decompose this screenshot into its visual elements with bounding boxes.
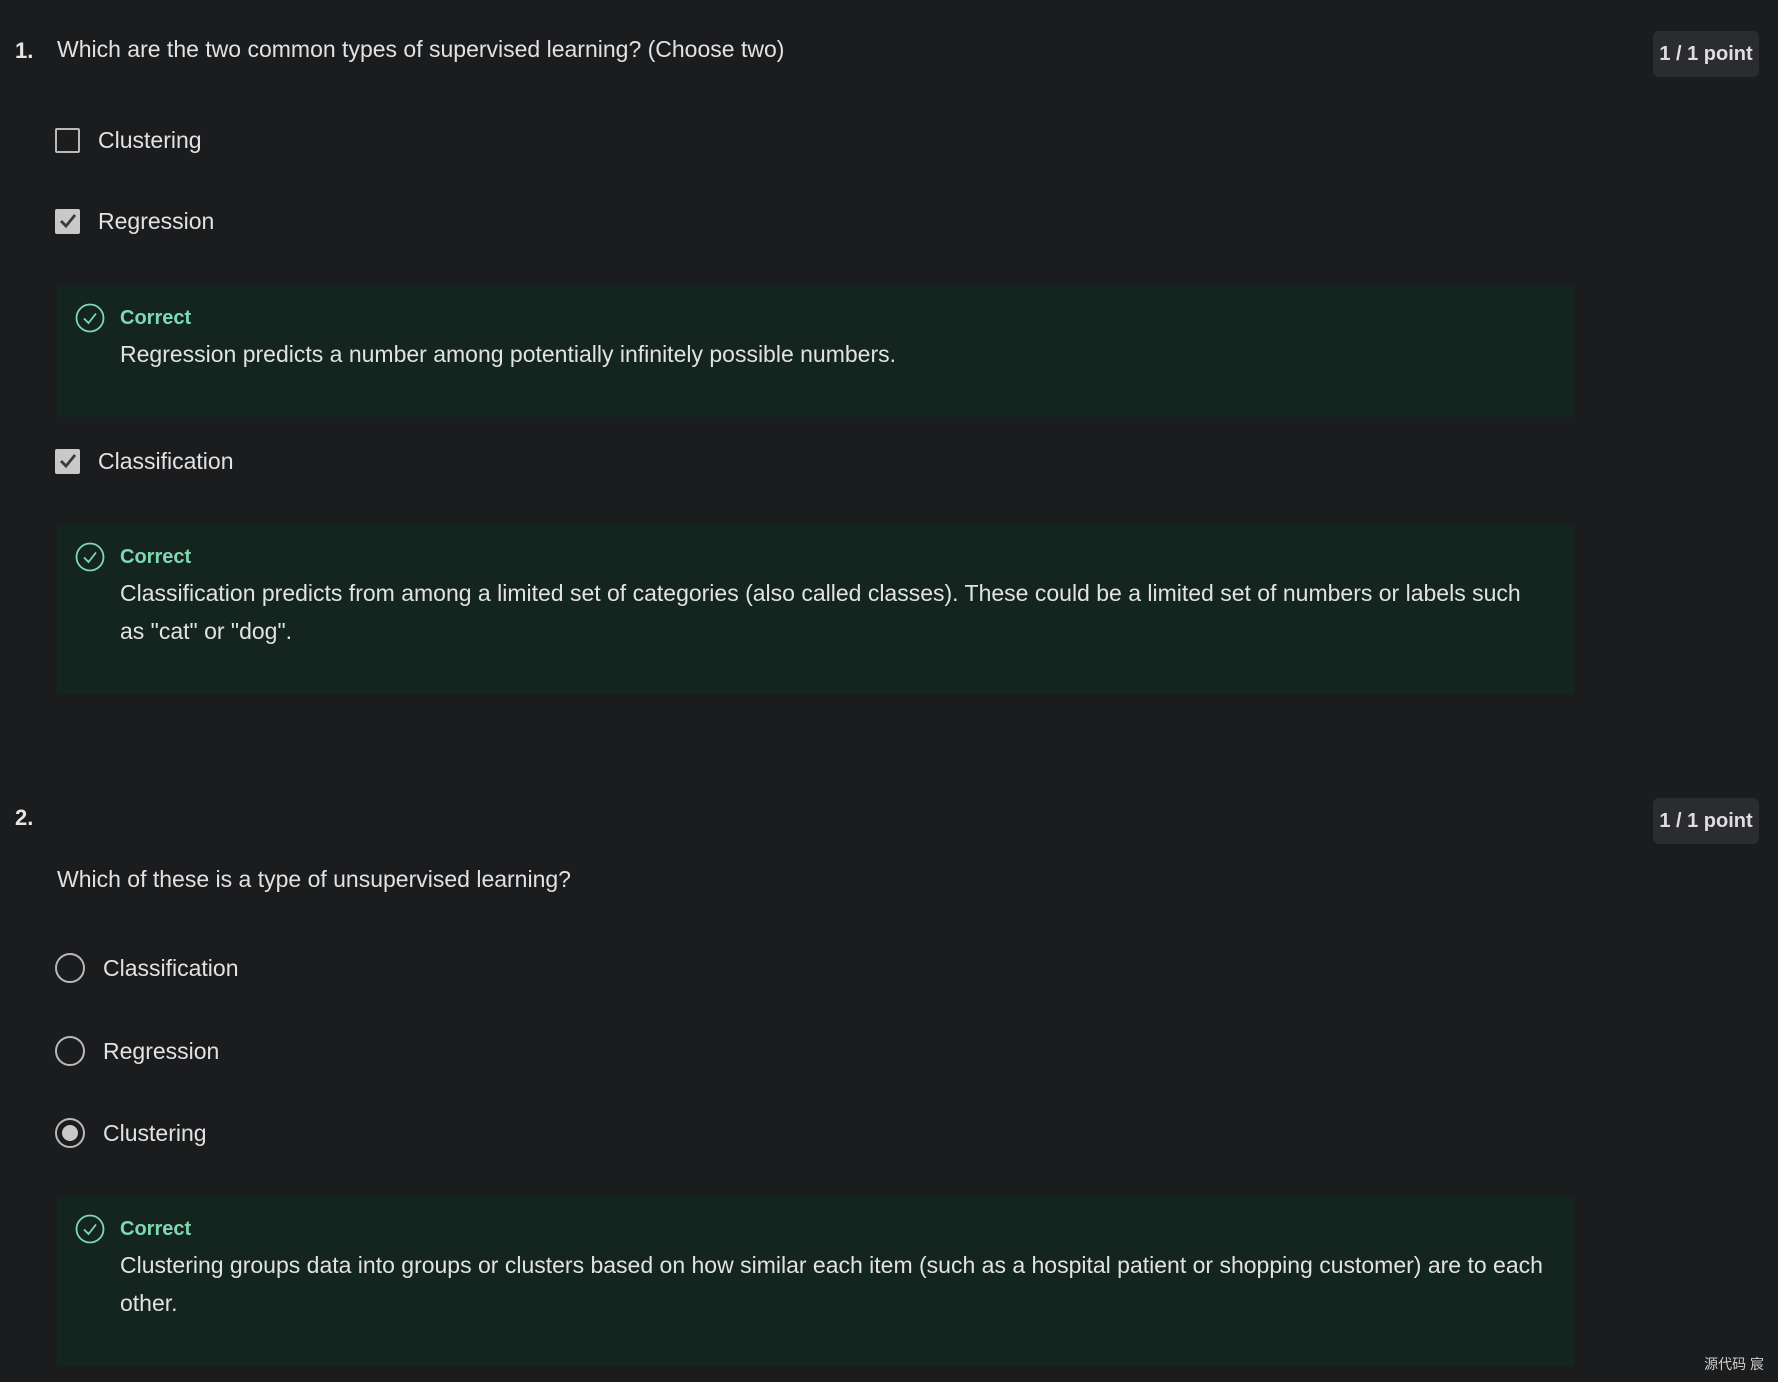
option-label: Regression bbox=[98, 207, 215, 234]
question-text: Which are the two common types of superv… bbox=[57, 36, 785, 62]
option-label: Regression bbox=[103, 1037, 220, 1064]
option-classification[interactable]: Classification bbox=[55, 952, 239, 984]
option-label: Clustering bbox=[103, 1119, 207, 1146]
radio-selected-icon[interactable] bbox=[55, 1118, 85, 1148]
checkbox-unchecked-icon[interactable] bbox=[55, 127, 80, 153]
option-clustering[interactable]: Clustering bbox=[55, 1117, 207, 1149]
feedback-text: Classification predicts from among a lim… bbox=[120, 580, 1521, 644]
check-circle-icon bbox=[75, 303, 105, 333]
option-clustering[interactable]: Clustering bbox=[55, 124, 202, 156]
checkbox-checked-icon[interactable] bbox=[55, 208, 80, 234]
check-circle-icon bbox=[75, 542, 105, 572]
option-label: Classification bbox=[103, 954, 239, 981]
option-regression[interactable]: Regression bbox=[55, 205, 214, 237]
radio-unselected-icon[interactable] bbox=[55, 1036, 85, 1066]
option-label: Classification bbox=[98, 447, 234, 474]
points-badge: 1 / 1 point bbox=[1653, 798, 1759, 844]
points-badge: 1 / 1 point bbox=[1653, 31, 1759, 77]
option-regression[interactable]: Regression bbox=[55, 1035, 219, 1067]
feedback-title: Correct bbox=[120, 1218, 192, 1240]
option-classification[interactable]: Classification bbox=[55, 445, 234, 477]
feedback-text: Clustering groups data into groups or cl… bbox=[120, 1252, 1543, 1316]
question-text: Which of these is a type of unsupervised… bbox=[57, 866, 571, 892]
check-circle-icon bbox=[75, 1214, 105, 1244]
feedback-title: Correct bbox=[120, 546, 192, 568]
feedback-correct: Correct Regression predicts a number amo… bbox=[57, 285, 1574, 417]
question-number: 1. bbox=[15, 38, 34, 63]
footer-watermark: 源代码 宸 bbox=[1704, 1356, 1764, 1372]
feedback-title: Correct bbox=[120, 307, 192, 329]
checkbox-checked-icon[interactable] bbox=[55, 448, 80, 474]
radio-unselected-icon[interactable] bbox=[55, 953, 85, 983]
feedback-correct: Correct Classification predicts from amo… bbox=[57, 524, 1574, 694]
question-number: 2. bbox=[15, 805, 34, 830]
option-label: Clustering bbox=[98, 126, 202, 153]
feedback-text: Regression predicts a number among poten… bbox=[120, 341, 897, 367]
feedback-correct: Correct Clustering groups data into grou… bbox=[57, 1196, 1574, 1366]
